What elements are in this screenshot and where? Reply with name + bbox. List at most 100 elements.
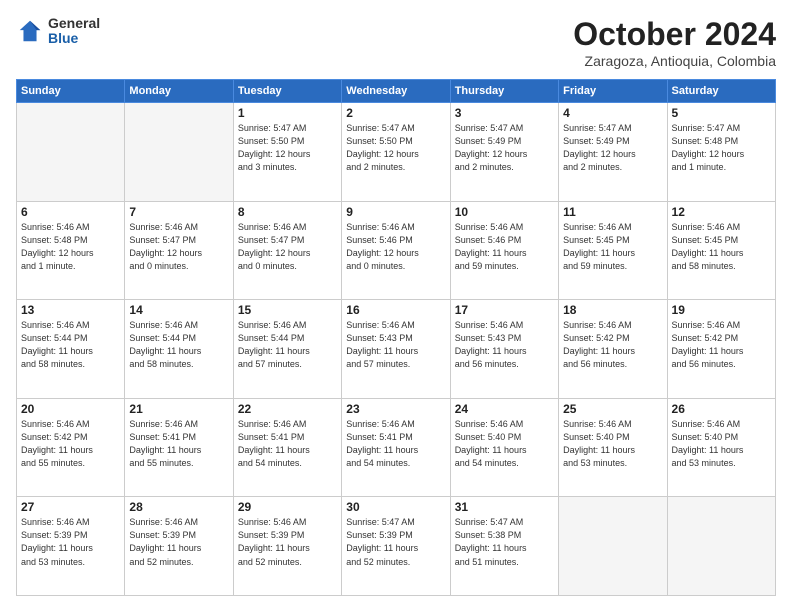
day-info: Sunrise: 5:46 AM Sunset: 5:39 PM Dayligh… xyxy=(21,516,120,568)
day-info: Sunrise: 5:46 AM Sunset: 5:44 PM Dayligh… xyxy=(238,319,337,371)
day-cell: 8 Sunrise: 5:46 AM Sunset: 5:47 PM Daylig… xyxy=(233,201,341,300)
page: General Blue October 2024 Zaragoza, Anti… xyxy=(0,0,792,612)
weekday-header-sunday: Sunday xyxy=(17,80,125,103)
day-number: 14 xyxy=(129,303,228,317)
day-cell: 18 Sunrise: 5:46 AM Sunset: 5:42 PM Dayli… xyxy=(559,300,667,399)
day-cell: 27 Sunrise: 5:46 AM Sunset: 5:39 PM Dayli… xyxy=(17,497,125,596)
week-row-5: 27 Sunrise: 5:46 AM Sunset: 5:39 PM Dayli… xyxy=(17,497,776,596)
day-cell: 5Sunrise: 5:47 AM Sunset: 5:48 PM Daylig… xyxy=(667,103,775,202)
day-number: 30 xyxy=(346,500,445,514)
day-cell xyxy=(17,103,125,202)
weekday-header-friday: Friday xyxy=(559,80,667,103)
day-info: Sunrise: 5:46 AM Sunset: 5:39 PM Dayligh… xyxy=(129,516,228,568)
day-number: 15 xyxy=(238,303,337,317)
day-number: 11 xyxy=(563,205,662,219)
day-info: Sunrise: 5:46 AM Sunset: 5:44 PM Dayligh… xyxy=(21,319,120,371)
day-info: Sunrise: 5:47 AM Sunset: 5:50 PM Dayligh… xyxy=(238,122,337,174)
day-info: Sunrise: 5:46 AM Sunset: 5:40 PM Dayligh… xyxy=(455,418,554,470)
day-number: 1 xyxy=(238,106,337,120)
day-cell: 4Sunrise: 5:47 AM Sunset: 5:49 PM Daylig… xyxy=(559,103,667,202)
day-info: Sunrise: 5:46 AM Sunset: 5:41 PM Dayligh… xyxy=(238,418,337,470)
day-number: 10 xyxy=(455,205,554,219)
week-row-2: 6 Sunrise: 5:46 AM Sunset: 5:48 PM Daylig… xyxy=(17,201,776,300)
day-info: Sunrise: 5:46 AM Sunset: 5:46 PM Dayligh… xyxy=(455,221,554,273)
day-cell: 26Sunrise: 5:46 AM Sunset: 5:40 PM Dayli… xyxy=(667,398,775,497)
day-cell: 22 Sunrise: 5:46 AM Sunset: 5:41 PM Dayli… xyxy=(233,398,341,497)
day-number: 28 xyxy=(129,500,228,514)
day-cell xyxy=(125,103,233,202)
day-info: Sunrise: 5:46 AM Sunset: 5:45 PM Dayligh… xyxy=(672,221,771,273)
calendar: SundayMondayTuesdayWednesdayThursdayFrid… xyxy=(16,79,776,596)
day-number: 16 xyxy=(346,303,445,317)
day-info: Sunrise: 5:46 AM Sunset: 5:47 PM Dayligh… xyxy=(238,221,337,273)
logo: General Blue xyxy=(16,16,100,47)
location-subtitle: Zaragoza, Antioquia, Colombia xyxy=(573,53,776,69)
day-number: 18 xyxy=(563,303,662,317)
day-cell: 14 Sunrise: 5:46 AM Sunset: 5:44 PM Dayli… xyxy=(125,300,233,399)
day-cell: 25 Sunrise: 5:46 AM Sunset: 5:40 PM Dayli… xyxy=(559,398,667,497)
day-number: 26 xyxy=(672,402,771,416)
day-cell: 15 Sunrise: 5:46 AM Sunset: 5:44 PM Dayli… xyxy=(233,300,341,399)
day-info: Sunrise: 5:46 AM Sunset: 5:47 PM Dayligh… xyxy=(129,221,228,273)
day-info: Sunrise: 5:46 AM Sunset: 5:46 PM Dayligh… xyxy=(346,221,445,273)
day-number: 6 xyxy=(21,205,120,219)
day-cell: 20 Sunrise: 5:46 AM Sunset: 5:42 PM Dayli… xyxy=(17,398,125,497)
day-info: Sunrise: 5:46 AM Sunset: 5:44 PM Dayligh… xyxy=(129,319,228,371)
day-number: 12 xyxy=(672,205,771,219)
day-info: Sunrise: 5:47 AM Sunset: 5:49 PM Dayligh… xyxy=(455,122,554,174)
day-cell: 24 Sunrise: 5:46 AM Sunset: 5:40 PM Dayli… xyxy=(450,398,558,497)
day-number: 7 xyxy=(129,205,228,219)
day-info: Sunrise: 5:46 AM Sunset: 5:45 PM Dayligh… xyxy=(563,221,662,273)
day-cell xyxy=(559,497,667,596)
day-info: Sunrise: 5:47 AM Sunset: 5:49 PM Dayligh… xyxy=(563,122,662,174)
day-cell: 16 Sunrise: 5:46 AM Sunset: 5:43 PM Dayli… xyxy=(342,300,450,399)
day-number: 20 xyxy=(21,402,120,416)
day-number: 9 xyxy=(346,205,445,219)
day-cell: 17 Sunrise: 5:46 AM Sunset: 5:43 PM Dayli… xyxy=(450,300,558,399)
day-info: Sunrise: 5:47 AM Sunset: 5:50 PM Dayligh… xyxy=(346,122,445,174)
day-info: Sunrise: 5:46 AM Sunset: 5:43 PM Dayligh… xyxy=(346,319,445,371)
day-info: Sunrise: 5:46 AM Sunset: 5:42 PM Dayligh… xyxy=(672,319,771,371)
month-title: October 2024 xyxy=(573,16,776,53)
day-cell: 29Sunrise: 5:46 AM Sunset: 5:39 PM Dayli… xyxy=(233,497,341,596)
day-cell: 6 Sunrise: 5:46 AM Sunset: 5:48 PM Daylig… xyxy=(17,201,125,300)
day-cell: 28 Sunrise: 5:46 AM Sunset: 5:39 PM Dayli… xyxy=(125,497,233,596)
day-number: 3 xyxy=(455,106,554,120)
day-info: Sunrise: 5:46 AM Sunset: 5:42 PM Dayligh… xyxy=(21,418,120,470)
day-info: Sunrise: 5:46 AM Sunset: 5:41 PM Dayligh… xyxy=(129,418,228,470)
weekday-header-monday: Monday xyxy=(125,80,233,103)
day-number: 31 xyxy=(455,500,554,514)
logo-icon xyxy=(16,17,44,45)
day-cell xyxy=(667,497,775,596)
day-number: 25 xyxy=(563,402,662,416)
day-number: 22 xyxy=(238,402,337,416)
day-number: 24 xyxy=(455,402,554,416)
weekday-header-thursday: Thursday xyxy=(450,80,558,103)
day-info: Sunrise: 5:46 AM Sunset: 5:48 PM Dayligh… xyxy=(21,221,120,273)
day-info: Sunrise: 5:47 AM Sunset: 5:38 PM Dayligh… xyxy=(455,516,554,568)
day-cell: 3 Sunrise: 5:47 AM Sunset: 5:49 PM Daylig… xyxy=(450,103,558,202)
day-cell: 10 Sunrise: 5:46 AM Sunset: 5:46 PM Dayli… xyxy=(450,201,558,300)
day-cell: 23Sunrise: 5:46 AM Sunset: 5:41 PM Dayli… xyxy=(342,398,450,497)
day-cell: 7 Sunrise: 5:46 AM Sunset: 5:47 PM Daylig… xyxy=(125,201,233,300)
day-info: Sunrise: 5:46 AM Sunset: 5:40 PM Dayligh… xyxy=(563,418,662,470)
logo-general: General xyxy=(48,16,100,31)
logo-text: General Blue xyxy=(48,16,100,47)
day-number: 27 xyxy=(21,500,120,514)
day-cell: 1 Sunrise: 5:47 AM Sunset: 5:50 PM Daylig… xyxy=(233,103,341,202)
day-cell: 19Sunrise: 5:46 AM Sunset: 5:42 PM Dayli… xyxy=(667,300,775,399)
header: General Blue October 2024 Zaragoza, Anti… xyxy=(16,16,776,69)
week-row-3: 13Sunrise: 5:46 AM Sunset: 5:44 PM Dayli… xyxy=(17,300,776,399)
day-number: 29 xyxy=(238,500,337,514)
day-cell: 2Sunrise: 5:47 AM Sunset: 5:50 PM Daylig… xyxy=(342,103,450,202)
day-cell: 21 Sunrise: 5:46 AM Sunset: 5:41 PM Dayli… xyxy=(125,398,233,497)
day-number: 17 xyxy=(455,303,554,317)
weekday-header-row: SundayMondayTuesdayWednesdayThursdayFrid… xyxy=(17,80,776,103)
day-number: 21 xyxy=(129,402,228,416)
week-row-1: 1 Sunrise: 5:47 AM Sunset: 5:50 PM Daylig… xyxy=(17,103,776,202)
day-info: Sunrise: 5:46 AM Sunset: 5:43 PM Dayligh… xyxy=(455,319,554,371)
title-block: October 2024 Zaragoza, Antioquia, Colomb… xyxy=(573,16,776,69)
day-info: Sunrise: 5:46 AM Sunset: 5:42 PM Dayligh… xyxy=(563,319,662,371)
weekday-header-tuesday: Tuesday xyxy=(233,80,341,103)
day-number: 8 xyxy=(238,205,337,219)
